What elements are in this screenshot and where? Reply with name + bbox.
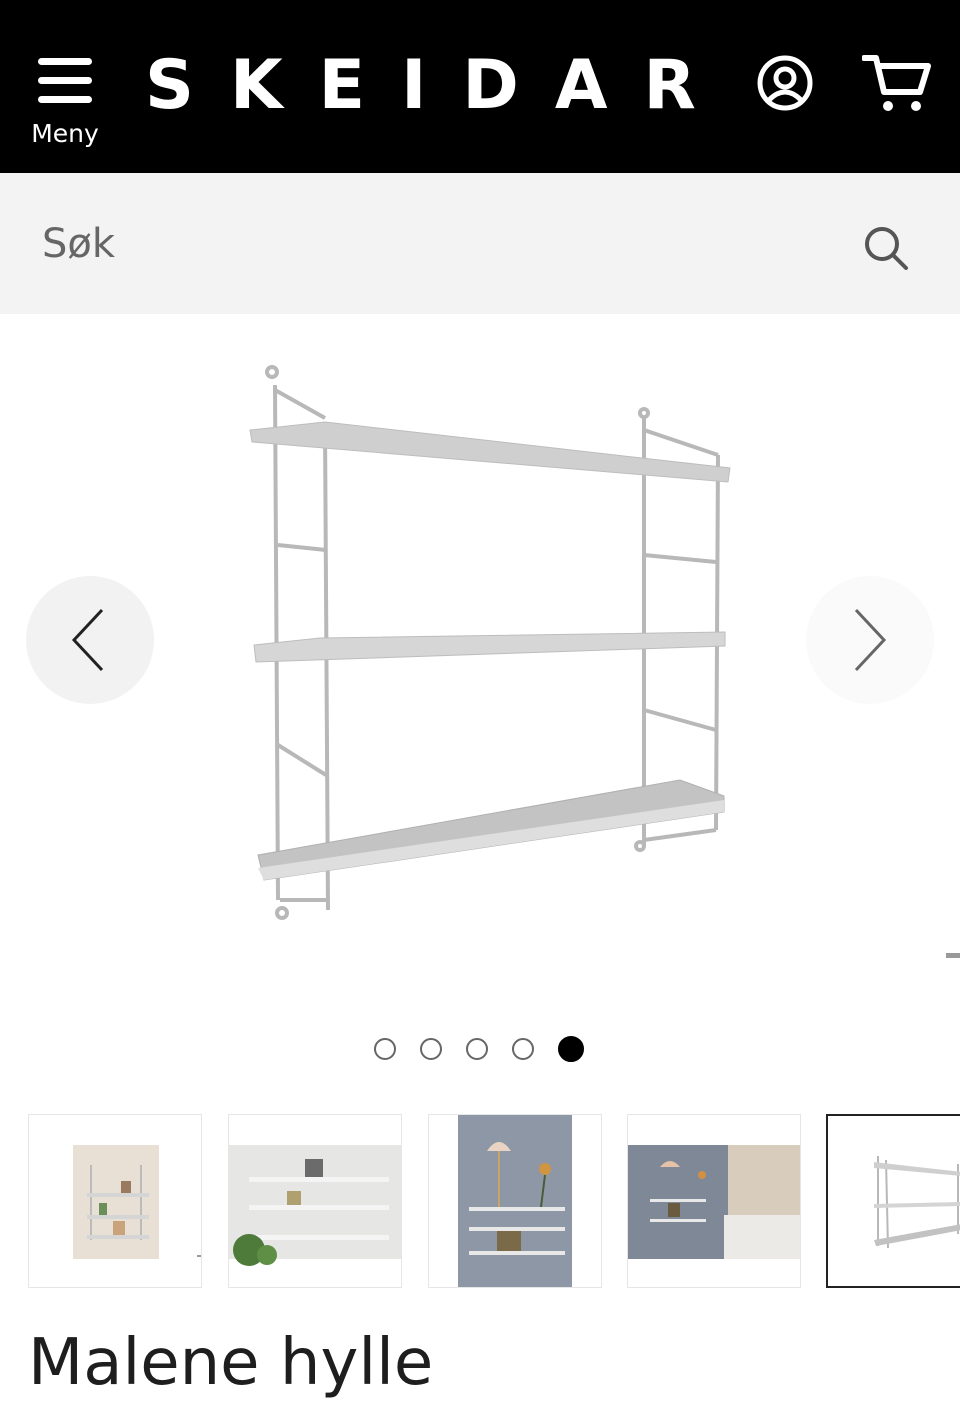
site-header: Meny SKEIDAR	[0, 0, 960, 173]
product-image[interactable]	[240, 360, 740, 930]
thumbnail-4[interactable]	[627, 1114, 801, 1288]
menu-label: Meny	[31, 119, 99, 148]
search-icon[interactable]	[862, 224, 910, 272]
chevron-right-icon	[854, 608, 887, 672]
chevron-left-icon	[71, 608, 104, 672]
cart-icon[interactable]	[862, 52, 932, 114]
menu-icon-bar	[38, 96, 92, 103]
menu-icon-bar	[38, 77, 92, 84]
thumbnail-image	[73, 1145, 201, 1259]
product-title: Malene hylle	[28, 1326, 434, 1400]
previous-image-button[interactable]	[26, 576, 154, 704]
next-image-button[interactable]	[806, 576, 934, 704]
thumbnail-image	[229, 1145, 401, 1266]
pagination-dot-1[interactable]	[374, 1038, 396, 1060]
adjacent-slide-edge	[946, 953, 960, 958]
pagination-dot-4[interactable]	[512, 1038, 534, 1060]
pagination-dot-3[interactable]	[466, 1038, 488, 1060]
search-bar	[0, 173, 960, 314]
menu-button[interactable]: Meny	[30, 55, 100, 155]
thumbnail-image	[628, 1145, 800, 1259]
menu-icon	[38, 58, 92, 65]
account-icon[interactable]	[756, 54, 814, 112]
pagination-dot-5[interactable]	[558, 1036, 584, 1062]
thumbnail-5[interactable]	[826, 1114, 960, 1288]
search-input[interactable]	[40, 213, 824, 275]
thumbnail-3[interactable]	[428, 1114, 602, 1288]
thumbnail-image	[874, 1156, 960, 1249]
thumbnail-image	[458, 1115, 572, 1287]
pagination-dot-2[interactable]	[420, 1038, 442, 1060]
skeidar-logo[interactable]: SKEIDAR	[145, 46, 732, 126]
thumbnail-2[interactable]	[228, 1114, 402, 1288]
thumbnail-1[interactable]	[28, 1114, 202, 1288]
